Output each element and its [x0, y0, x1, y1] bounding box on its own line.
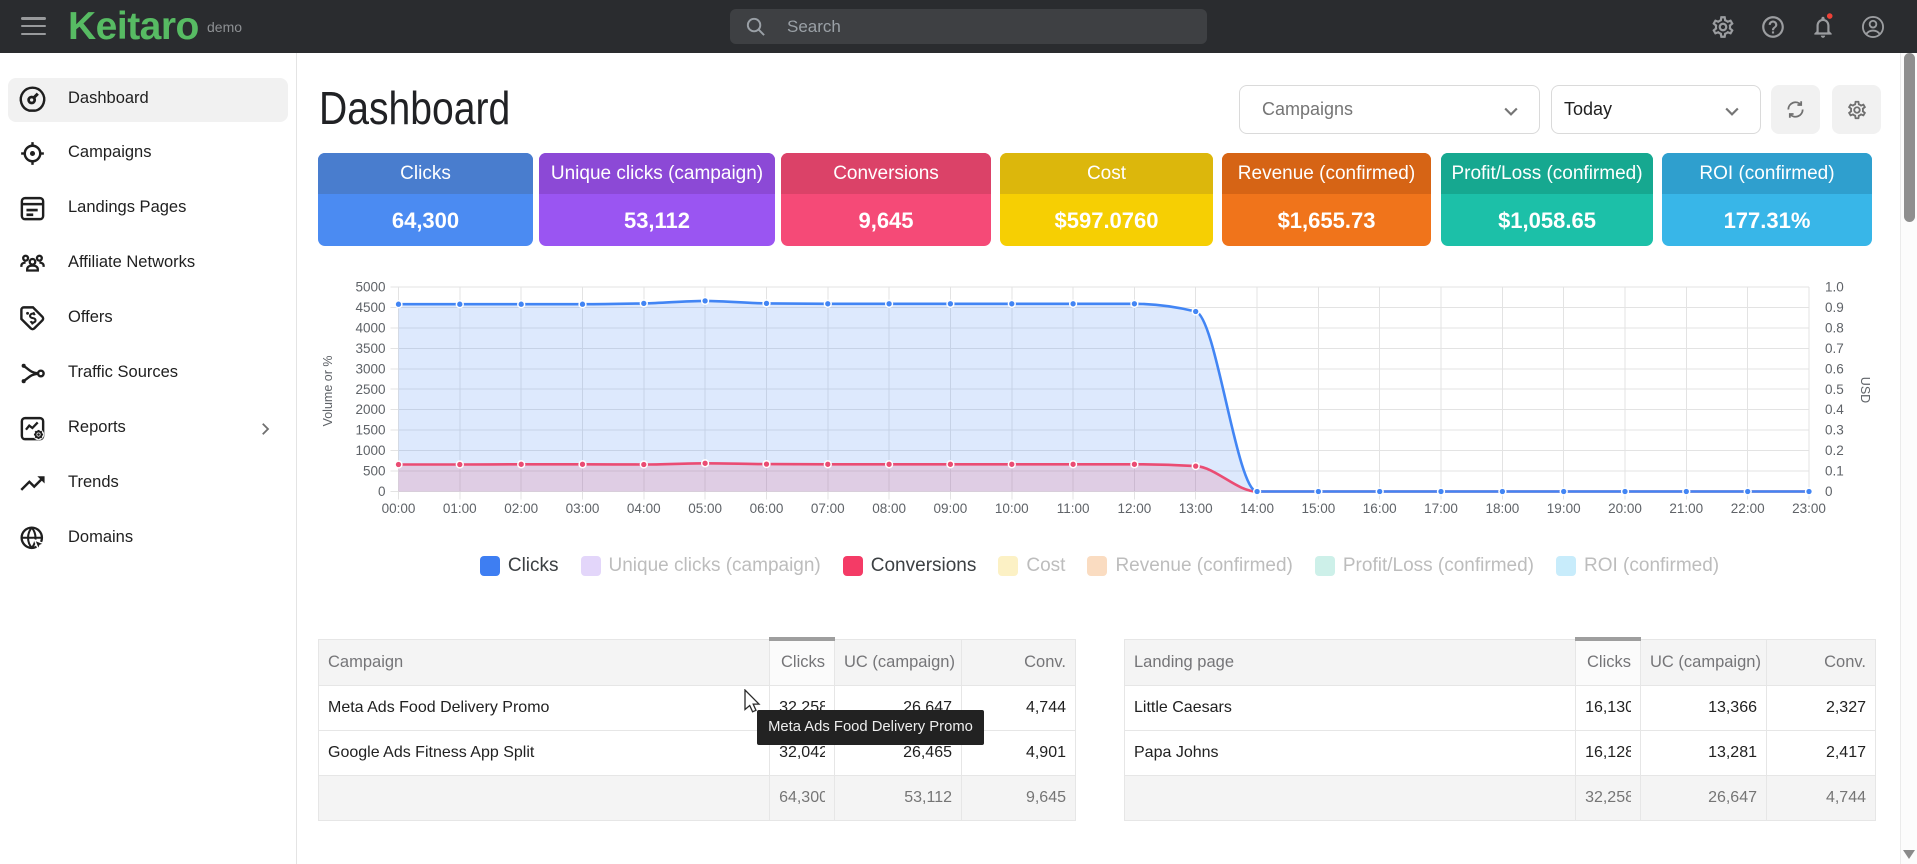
- svg-text:0: 0: [1825, 484, 1833, 499]
- svg-text:0.6: 0.6: [1825, 361, 1844, 376]
- svg-text:10:00: 10:00: [995, 501, 1029, 516]
- svg-text:18:00: 18:00: [1486, 501, 1520, 516]
- svg-text:0.7: 0.7: [1825, 341, 1844, 356]
- svg-text:0.8: 0.8: [1825, 320, 1844, 335]
- svg-text:22:00: 22:00: [1731, 501, 1765, 516]
- svg-text:0.3: 0.3: [1825, 423, 1844, 438]
- svg-text:0: 0: [378, 484, 386, 499]
- svg-text:09:00: 09:00: [934, 501, 968, 516]
- svg-text:02:00: 02:00: [504, 501, 538, 516]
- svg-text:08:00: 08:00: [872, 501, 906, 516]
- svg-text:USD: USD: [1858, 377, 1872, 403]
- svg-text:07:00: 07:00: [811, 501, 845, 516]
- svg-text:00:00: 00:00: [382, 501, 416, 516]
- svg-text:01:00: 01:00: [443, 501, 477, 516]
- svg-text:17:00: 17:00: [1424, 501, 1458, 516]
- svg-text:4000: 4000: [355, 320, 385, 335]
- svg-text:15:00: 15:00: [1302, 501, 1336, 516]
- svg-text:1.0: 1.0: [1825, 280, 1844, 295]
- svg-text:0.2: 0.2: [1825, 443, 1844, 458]
- svg-text:16:00: 16:00: [1363, 501, 1397, 516]
- svg-text:0.9: 0.9: [1825, 300, 1844, 315]
- svg-text:20:00: 20:00: [1608, 501, 1642, 516]
- svg-text:2500: 2500: [355, 382, 385, 397]
- svg-text:1000: 1000: [355, 443, 385, 458]
- svg-text:14:00: 14:00: [1240, 501, 1274, 516]
- svg-text:3500: 3500: [355, 341, 385, 356]
- svg-text:4500: 4500: [355, 300, 385, 315]
- svg-text:3000: 3000: [355, 361, 385, 376]
- svg-text:23:00: 23:00: [1792, 501, 1826, 516]
- svg-text:03:00: 03:00: [566, 501, 600, 516]
- svg-text:12:00: 12:00: [1118, 501, 1152, 516]
- svg-text:5000: 5000: [355, 280, 385, 295]
- svg-text:500: 500: [363, 464, 386, 479]
- svg-text:0.5: 0.5: [1825, 382, 1844, 397]
- svg-text:Volume or %: Volume or %: [321, 356, 335, 427]
- svg-text:0.4: 0.4: [1825, 402, 1844, 417]
- svg-text:19:00: 19:00: [1547, 501, 1581, 516]
- svg-text:1500: 1500: [355, 423, 385, 438]
- svg-text:13:00: 13:00: [1179, 501, 1213, 516]
- svg-text:04:00: 04:00: [627, 501, 661, 516]
- svg-text:21:00: 21:00: [1669, 501, 1703, 516]
- svg-text:2000: 2000: [355, 402, 385, 417]
- svg-text:0.1: 0.1: [1825, 464, 1844, 479]
- svg-text:05:00: 05:00: [688, 501, 722, 516]
- svg-text:06:00: 06:00: [750, 501, 784, 516]
- svg-text:11:00: 11:00: [1057, 501, 1090, 516]
